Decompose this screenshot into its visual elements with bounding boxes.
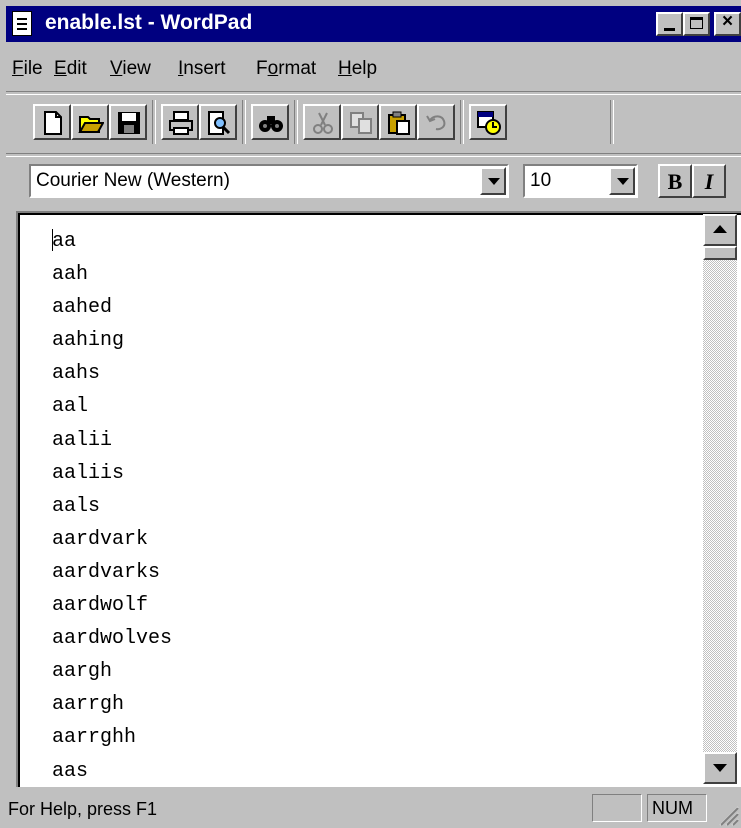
italic-button[interactable]: I [692,164,726,198]
document-line[interactable]: aalii [52,424,172,457]
menu-view[interactable]: View [110,58,151,80]
title-bar[interactable]: enable.lst - WordPad × [6,6,741,42]
font-size-value: 10 [530,170,552,191]
print-icon [169,111,193,135]
document-line[interactable]: aahing [52,324,172,357]
copy-button[interactable] [341,104,379,140]
document-line[interactable]: aardvark [52,523,172,556]
font-name-dropdown-button[interactable] [480,167,506,195]
bold-button[interactable]: B [658,164,692,198]
cut-button[interactable] [303,104,341,140]
toolbar-separator [152,100,156,144]
close-icon: × [721,11,734,32]
new-icon [44,111,62,135]
menu-insert[interactable]: Insert [178,58,226,80]
toolbar-separator-line [6,153,741,157]
open-button[interactable] [71,104,109,140]
date-time-icon [477,111,501,135]
arrow-up-icon [713,225,727,233]
wordpad-document-icon[interactable] [12,11,32,36]
print-preview-icon [208,111,231,135]
scroll-down-button[interactable] [703,752,737,784]
save-icon [118,112,140,134]
minimize-button[interactable] [656,12,683,36]
menu-help[interactable]: Help [338,58,377,80]
document-line[interactable]: aas [52,755,172,788]
num-indicator: NUM [652,798,693,818]
toolbar-separator [460,100,464,144]
text-caret [52,229,53,251]
toolbar-separator [242,100,246,144]
copy-icon [350,112,372,134]
font-name-combo[interactable]: Courier New (Western) [29,164,509,198]
num-indicator-panel: NUM [647,794,707,822]
scroll-thumb[interactable] [703,246,737,260]
document-line[interactable]: aardwolf [52,589,172,622]
scroll-up-button[interactable] [703,214,737,246]
window-title: enable.lst - WordPad [45,11,253,34]
document-line[interactable]: aahed [52,291,172,324]
document-line[interactable]: aah [52,258,172,291]
save-button[interactable] [109,104,147,140]
document-line[interactable]: aaliis [52,457,172,490]
chevron-down-icon [488,178,500,185]
resize-grip-icon[interactable] [717,804,739,826]
document-line[interactable]: aa [52,225,172,258]
menu-bar: File Edit View Insert Format Help [6,48,741,88]
maximize-button[interactable] [683,12,710,36]
undo-icon [426,115,446,131]
standard-toolbar [6,96,741,152]
caps-indicator-panel [592,794,642,822]
find-button[interactable] [251,104,289,140]
wordpad-window: enable.lst - WordPad × File Edit View In… [0,0,741,828]
document-line[interactable]: aals [52,490,172,523]
toolbar-end-separator [610,100,614,144]
font-size-dropdown-button[interactable] [609,167,635,195]
document-line[interactable]: aal [52,390,172,423]
document-line[interactable]: aardvarks [52,556,172,589]
maximize-icon [690,17,703,29]
minimize-icon [664,28,675,31]
close-button[interactable]: × [714,11,741,36]
document-line[interactable]: aargh [52,655,172,688]
document-line[interactable]: aahs [52,357,172,390]
toolbar-separator [294,100,298,144]
paste-icon [388,111,410,135]
document-line[interactable]: aarrghh [52,721,172,754]
find-icon [259,116,283,132]
undo-button[interactable] [417,104,455,140]
italic-label: I [704,169,714,194]
date-time-button[interactable] [469,104,507,140]
document-line[interactable]: aarrgh [52,688,172,721]
print-preview-button[interactable] [199,104,237,140]
font-size-combo[interactable]: 10 [523,164,638,198]
font-name-value: Courier New (Western) [36,170,230,191]
status-help-text: For Help, press F1 [8,799,158,819]
document-line[interactable]: aardwolves [52,622,172,655]
chevron-down-icon [617,178,629,185]
cut-icon [313,112,333,134]
print-button[interactable] [161,104,199,140]
paste-button[interactable] [379,104,417,140]
status-bar: For Help, press F1 NUM [0,790,741,828]
menu-file[interactable]: File [12,58,43,80]
open-icon [78,116,104,133]
menu-separator [6,91,741,95]
arrow-down-icon [713,764,727,772]
menu-format[interactable]: Format [256,58,316,80]
bold-label: B [667,169,683,194]
document-text[interactable]: aa aah aahed aahing aahs aal aalii aaliis aals aa… [52,225,172,787]
document-area[interactable]: aa aah aahed aahing aahs aal aalii aaliis aals aa… [16,211,741,787]
menu-edit[interactable]: Edit [54,58,87,80]
new-button[interactable] [33,104,71,140]
vertical-scrollbar[interactable] [703,214,737,784]
format-bar: Courier New (Western) 10 B I [6,158,741,206]
